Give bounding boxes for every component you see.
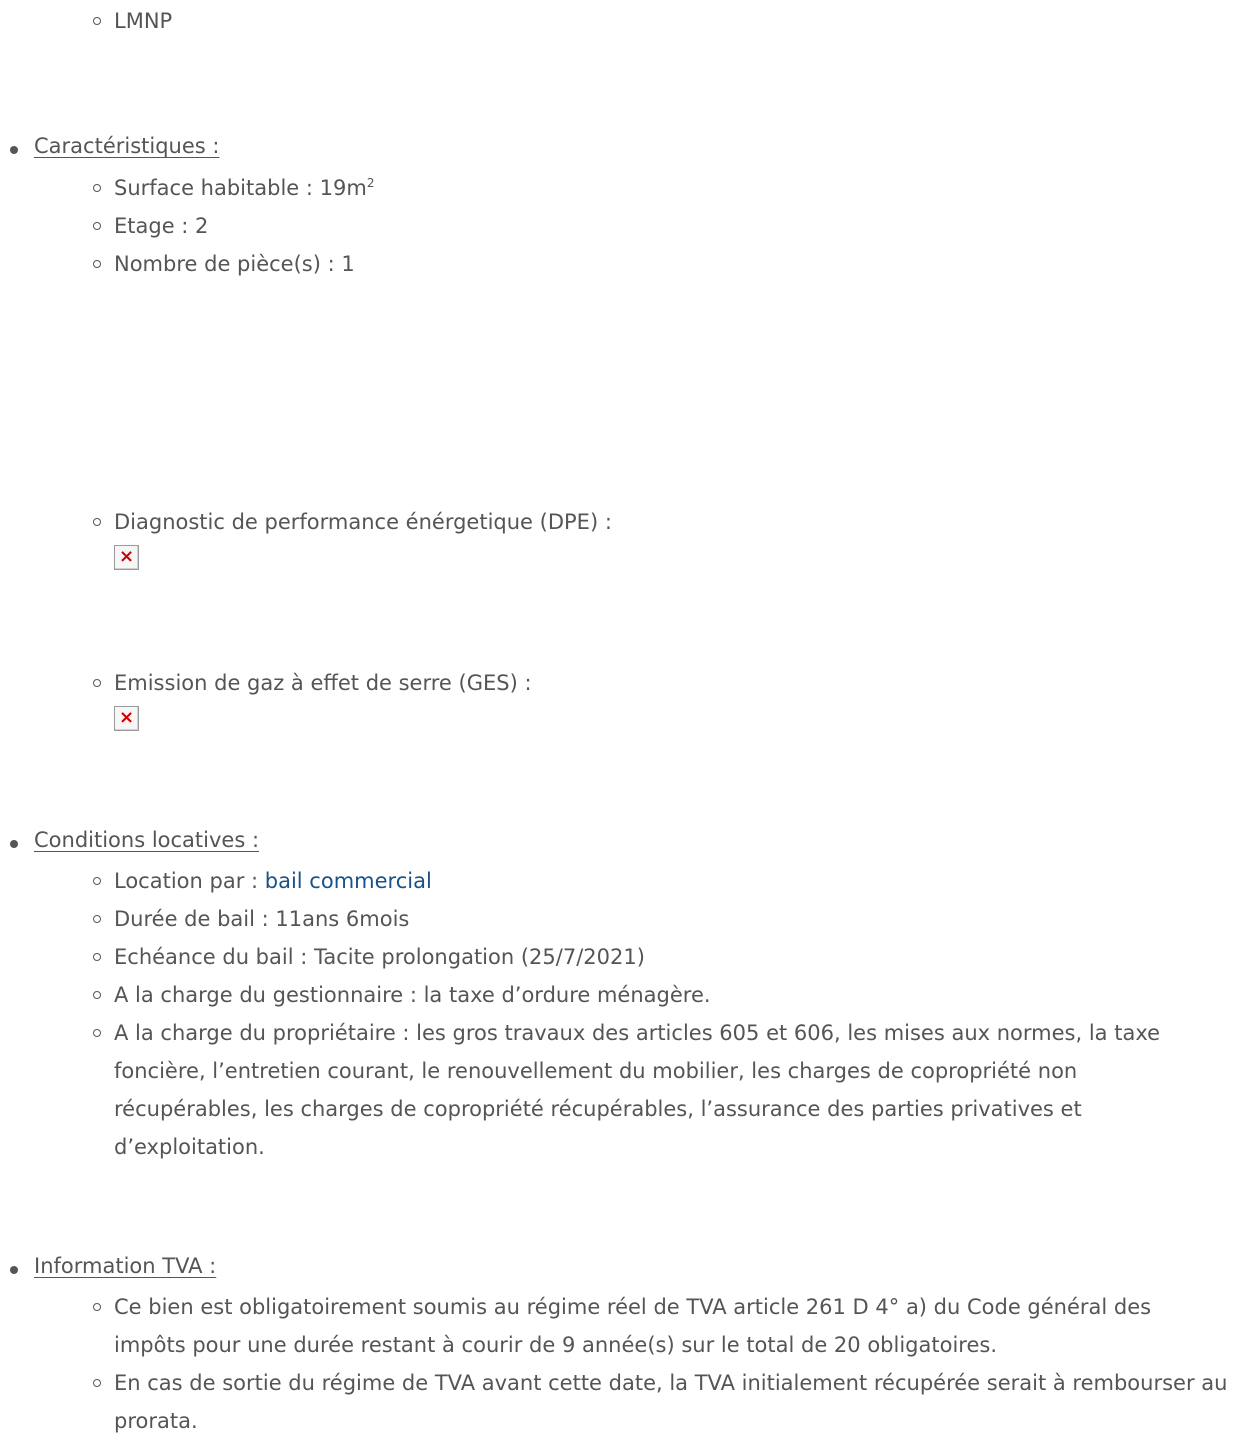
tva-heading: Information TVA : — [34, 1254, 217, 1278]
lmnp-text: LMNP — [114, 9, 173, 33]
surface-text: Surface habitable : 19m — [114, 176, 367, 200]
section-conditions-locatives: Conditions locatives : — [9, 828, 260, 852]
proprietaire-text: A la charge du propriétaire : les gros t… — [114, 1021, 1161, 1159]
list-item-etage: Etage : 2 — [93, 207, 1233, 245]
section-information-tva: Information TVA : — [9, 1254, 217, 1278]
dpe-label: Diagnostic de performance énérgetique (D… — [114, 510, 612, 534]
ges-broken-image-icon — [114, 706, 139, 731]
list-item-proprietaire: A la charge du propriétaire : les gros t… — [93, 1014, 1203, 1166]
list-item-pieces: Nombre de pièce(s) : 1 — [93, 245, 1233, 283]
list-item-tva-regime: Ce bien est obligatoirement soumis au ré… — [93, 1288, 1203, 1364]
list-item-location: Location par : bail commercial — [93, 862, 1233, 900]
duree-text: Durée de bail : 11ans 6mois — [114, 907, 410, 931]
list-item-lmnp: LMNP — [93, 2, 1233, 40]
list-item-echeance: Echéance du bail : Tacite prolongation (… — [93, 938, 1233, 976]
echeance-text: Echéance du bail : Tacite prolongation (… — [114, 945, 645, 969]
dpe-broken-image-icon — [114, 545, 139, 570]
section-caracteristiques: Caractéristiques : — [9, 134, 220, 158]
gestionnaire-text: A la charge du gestionnaire : la taxe d’… — [114, 983, 711, 1007]
pieces-text: Nombre de pièce(s) : 1 — [114, 252, 355, 276]
tva-sortie-text: En cas de sortie du régime de TVA avant … — [114, 1371, 1228, 1433]
caracteristiques-heading: Caractéristiques : — [34, 134, 220, 158]
list-item-duree: Durée de bail : 11ans 6mois — [93, 900, 1233, 938]
conditions-heading: Conditions locatives : — [34, 828, 260, 852]
surface-sup: 2 — [366, 176, 375, 190]
list-item-surface: Surface habitable : 19m2 — [93, 169, 1233, 207]
bail-commercial-link[interactable]: bail commercial — [265, 869, 432, 893]
list-item-dpe: Diagnostic de performance énérgetique (D… — [93, 503, 1233, 541]
list-item-ges: Emission de gaz à effet de serre (GES) : — [93, 664, 1233, 702]
list-item-gestionnaire: A la charge du gestionnaire : la taxe d’… — [93, 976, 1233, 1014]
etage-text: Etage : 2 — [114, 214, 209, 238]
list-item-tva-sortie: En cas de sortie du régime de TVA avant … — [93, 1364, 1233, 1440]
ges-label: Emission de gaz à effet de serre (GES) : — [114, 671, 532, 695]
location-label: Location par : — [114, 869, 265, 893]
tva-regime-text: Ce bien est obligatoirement soumis au ré… — [114, 1295, 1152, 1357]
